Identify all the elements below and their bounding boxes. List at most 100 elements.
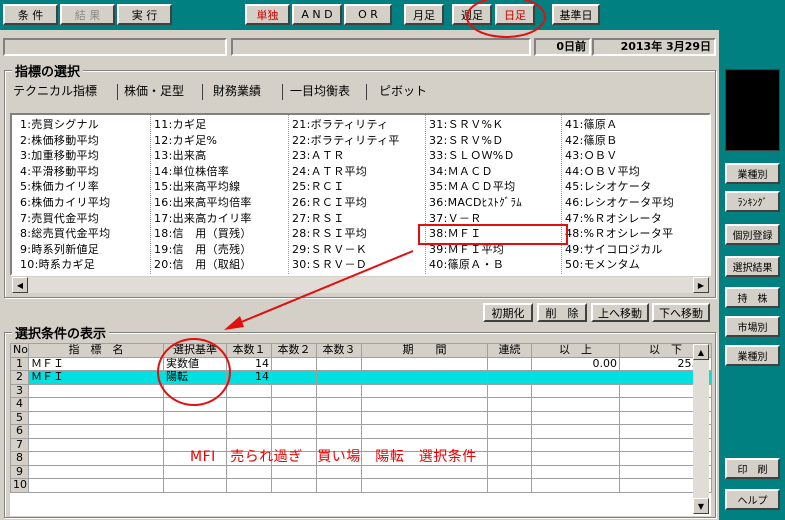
tab-technical[interactable]: テクニカル指標: [10, 82, 100, 100]
table-cell[interactable]: ＭＦＩ: [28, 370, 164, 385]
table-cell[interactable]: [316, 410, 362, 425]
indicator-item[interactable]: 2:株価移動平均: [20, 133, 148, 149]
table-cell[interactable]: [28, 383, 164, 398]
indicator-item[interactable]: 7:売買代金平均: [20, 211, 148, 227]
indicator-item[interactable]: 28:ＲＳＩ平均: [292, 226, 423, 242]
table-cell[interactable]: [361, 370, 488, 385]
scroll-up-arrow[interactable]: ▲: [693, 344, 709, 360]
print-button[interactable]: 印 刷: [725, 458, 780, 479]
table-cell[interactable]: [531, 424, 620, 439]
indicator-item[interactable]: 36:MACDﾋｽﾄｸﾞﾗﾑ: [429, 195, 559, 211]
indicator-item[interactable]: 49:サイコロジカル: [565, 242, 709, 258]
sidebar-item-holdings[interactable]: 持 株: [725, 287, 780, 308]
table-cell[interactable]: [163, 478, 227, 493]
indicator-item[interactable]: 13:出来高: [154, 148, 286, 164]
base-date-button[interactable]: 基準日: [552, 4, 600, 25]
table-row[interactable]: 1ＭＦＩ実数値140.0025.00: [10, 356, 712, 371]
scroll-down-arrow[interactable]: ▼: [693, 498, 709, 514]
column-header[interactable]: 連続: [487, 343, 532, 358]
column-header[interactable]: No: [10, 343, 29, 358]
table-cell[interactable]: [361, 356, 488, 371]
table-row[interactable]: 2 ＭＦＩ 陽転 14: [10, 370, 712, 385]
indicator-item[interactable]: 40:篠原Ａ・Ｂ: [429, 257, 559, 273]
table-cell[interactable]: [28, 424, 164, 439]
table-cell[interactable]: [226, 383, 272, 398]
reset-button[interactable]: 初期化: [483, 303, 533, 322]
tab-price-shape[interactable]: 株価・足型: [121, 82, 187, 100]
table-cell[interactable]: [361, 424, 488, 439]
indicator-item[interactable]: 35:ＭＡＣＤ平均: [429, 179, 559, 195]
indicator-item[interactable]: 10:時系カギ足: [20, 257, 148, 273]
table-cell[interactable]: [226, 478, 272, 493]
table-cell[interactable]: [531, 383, 620, 398]
indicator-item[interactable]: 17:出来高カイリ率: [154, 211, 286, 227]
table-cell[interactable]: [487, 437, 532, 452]
table-cell[interactable]: [531, 370, 620, 385]
indicator-item[interactable]: 1:売買シグナル: [20, 117, 148, 133]
tab-ichimoku[interactable]: 一目均衡表: [287, 82, 353, 100]
table-cell[interactable]: [487, 370, 532, 385]
table-cell[interactable]: [226, 464, 272, 479]
indicator-item[interactable]: 44:ＯＢＶ平均: [565, 164, 709, 180]
indicator-item[interactable]: 42:篠原Ｂ: [565, 133, 709, 149]
table-cell[interactable]: [487, 397, 532, 412]
table-cell[interactable]: [271, 478, 317, 493]
indicator-item[interactable]: 31:ＳＲＶ%Ｋ: [429, 117, 559, 133]
table-cell[interactable]: [316, 424, 362, 439]
table-cell[interactable]: [271, 356, 317, 371]
table-row[interactable]: 4: [10, 397, 712, 412]
indicator-item[interactable]: 43:ＯＢＶ: [565, 148, 709, 164]
table-cell[interactable]: [316, 356, 362, 371]
table-cell[interactable]: [487, 478, 532, 493]
table-cell[interactable]: [531, 410, 620, 425]
indicator-item[interactable]: 50:モメンタム: [565, 257, 709, 273]
single-button[interactable]: 単独: [245, 4, 290, 25]
tab-financial[interactable]: 財務業績: [210, 82, 264, 100]
delete-button[interactable]: 削 除: [537, 303, 587, 322]
indicator-item[interactable]: 16:出来高平均倍率: [154, 195, 286, 211]
indicator-item[interactable]: 12:カギ足%: [154, 133, 286, 149]
table-cell[interactable]: [361, 397, 488, 412]
indicator-item[interactable]: 34:ＭＡＣＤ: [429, 164, 559, 180]
indicator-item[interactable]: 27:ＲＳＩ: [292, 211, 423, 227]
sidebar-item-market[interactable]: 市場別: [725, 316, 780, 337]
column-header[interactable]: 本数１: [226, 343, 272, 358]
indicator-item[interactable]: 18:信 用（買残）: [154, 226, 286, 242]
indicator-item[interactable]: 32:ＳＲＶ%Ｄ: [429, 133, 559, 149]
column-header[interactable]: 以 上: [531, 343, 620, 358]
execute-button[interactable]: 実 行: [117, 4, 172, 25]
condition-table-scrollbar[interactable]: [693, 344, 709, 514]
table-cell[interactable]: [271, 410, 317, 425]
indicator-item[interactable]: 26:ＲＣＩ平均: [292, 195, 423, 211]
table-cell[interactable]: [531, 451, 620, 466]
results-button[interactable]: 結 果: [60, 4, 115, 25]
indicator-item[interactable]: 8:総売買代金平均: [20, 226, 148, 242]
and-button[interactable]: A N D: [292, 4, 342, 25]
table-cell[interactable]: [487, 410, 532, 425]
indicator-item[interactable]: 46:レシオケータ平均: [565, 195, 709, 211]
sidebar-item-industry[interactable]: 業種別: [725, 163, 780, 184]
table-cell[interactable]: [271, 370, 317, 385]
indicator-item[interactable]: 21:ボラティリティ: [292, 117, 423, 133]
table-cell[interactable]: [163, 410, 227, 425]
table-cell[interactable]: [487, 464, 532, 479]
indicator-item[interactable]: 11:カギ足: [154, 117, 286, 133]
table-cell[interactable]: 14: [226, 370, 272, 385]
table-cell[interactable]: [271, 397, 317, 412]
table-cell[interactable]: 0.00: [531, 356, 620, 371]
move-up-button[interactable]: 上へ移動: [591, 303, 649, 322]
table-cell[interactable]: [271, 464, 317, 479]
indicator-item[interactable]: 23:ＡＴＲ: [292, 148, 423, 164]
scroll-right-arrow[interactable]: ▶: [693, 277, 709, 293]
table-cell[interactable]: [531, 397, 620, 412]
table-cell[interactable]: [28, 478, 164, 493]
indicator-item[interactable]: 45:レシオケータ: [565, 179, 709, 195]
table-cell[interactable]: [316, 478, 362, 493]
table-cell[interactable]: [28, 451, 164, 466]
indicator-item[interactable]: 24:ＡＴＲ平均: [292, 164, 423, 180]
indicator-item[interactable]: 3:加重移動平均: [20, 148, 148, 164]
column-header[interactable]: 期 間: [361, 343, 488, 358]
table-cell[interactable]: [28, 410, 164, 425]
table-cell[interactable]: [487, 383, 532, 398]
table-cell[interactable]: [28, 397, 164, 412]
